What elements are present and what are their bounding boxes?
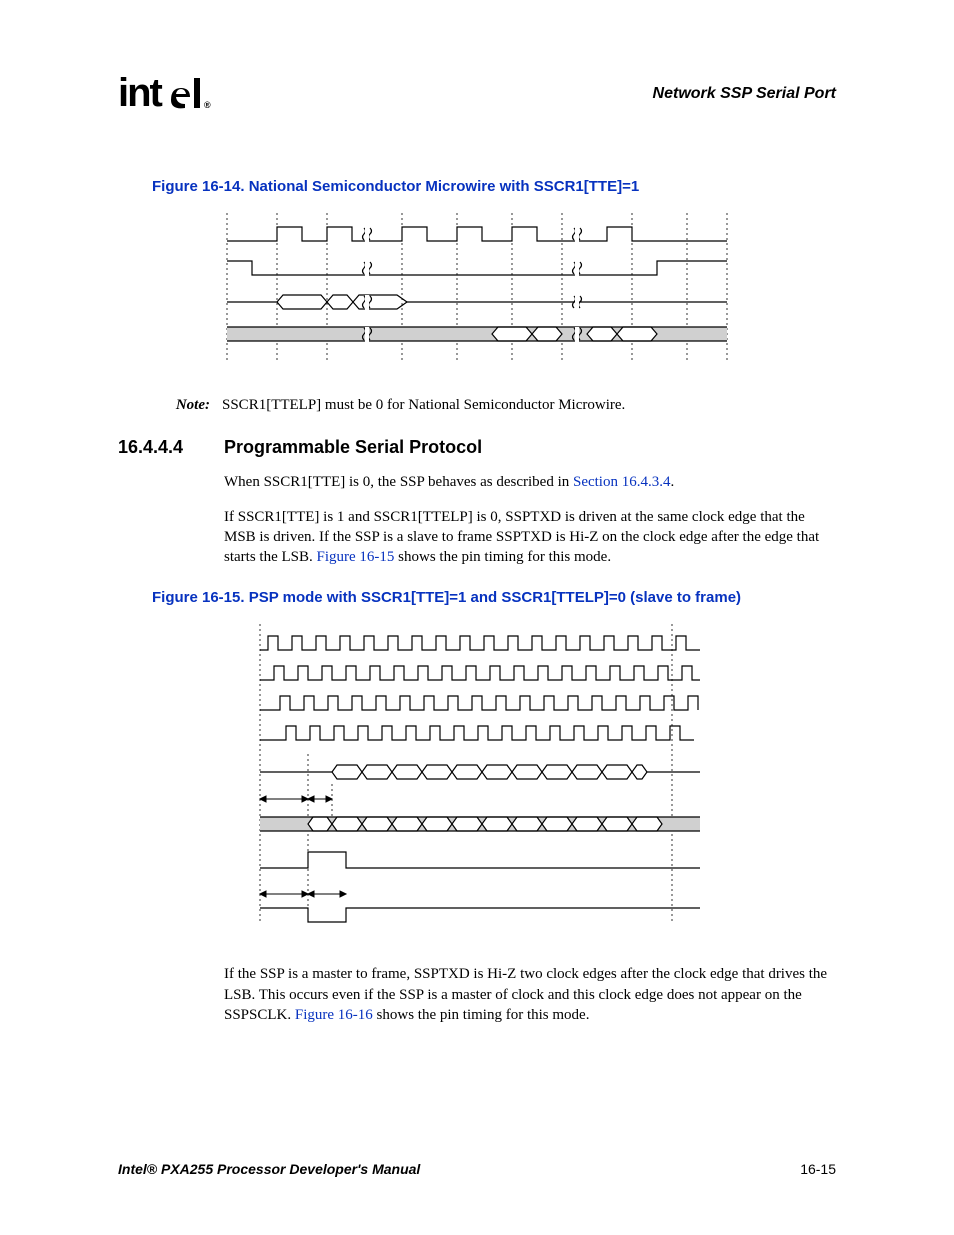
- paragraph-2: If SSCR1[TTE] is 1 and SSCR1[TTELP] is 0…: [224, 507, 836, 568]
- footer-page-number: 16-15: [800, 1161, 836, 1177]
- section-title: Programmable Serial Protocol: [224, 437, 482, 458]
- svg-text:int: int: [118, 71, 163, 115]
- chapter-title: Network SSP Serial Port: [653, 85, 836, 103]
- page-header: int ® Network SSP Serial Port: [118, 70, 836, 118]
- figure-15-diagram: [118, 624, 836, 924]
- link-figure-16-15[interactable]: Figure 16-15: [317, 549, 395, 565]
- paragraph-1: When SSCR1[TTE] is 0, the SSP behaves as…: [224, 472, 836, 492]
- intel-logo: int ®: [118, 70, 218, 118]
- figure-14-caption: Figure 16-14. National Semiconductor Mic…: [152, 178, 836, 195]
- section-heading: 16.4.4.4 Programmable Serial Protocol: [118, 437, 836, 458]
- paragraph-3: If the SSP is a master to frame, SSPTXD …: [224, 964, 836, 1025]
- svg-text:®: ®: [204, 100, 211, 110]
- note-block: Note: SSCR1[TTELP] must be 0 for Nationa…: [152, 395, 836, 415]
- page-footer: Intel® PXA255 Processor Developer's Manu…: [118, 1161, 836, 1177]
- para1-post: .: [670, 474, 674, 490]
- footer-manual-title: Intel® PXA255 Processor Developer's Manu…: [118, 1161, 420, 1177]
- note-label: Note:: [152, 395, 210, 415]
- para2-post: shows the pin timing for this mode.: [394, 549, 611, 565]
- para3-post: shows the pin timing for this mode.: [373, 1007, 590, 1023]
- section-number: 16.4.4.4: [118, 437, 224, 458]
- figure-15-caption: Figure 16-15. PSP mode with SSCR1[TTE]=1…: [152, 589, 836, 606]
- figure-14-diagram: [118, 213, 836, 363]
- note-text: SSCR1[TTELP] must be 0 for National Semi…: [222, 395, 625, 415]
- link-section-16-4-3-4[interactable]: Section 16.4.3.4: [573, 474, 671, 490]
- para1-pre: When SSCR1[TTE] is 0, the SSP behaves as…: [224, 474, 573, 490]
- link-figure-16-16[interactable]: Figure 16-16: [295, 1007, 373, 1023]
